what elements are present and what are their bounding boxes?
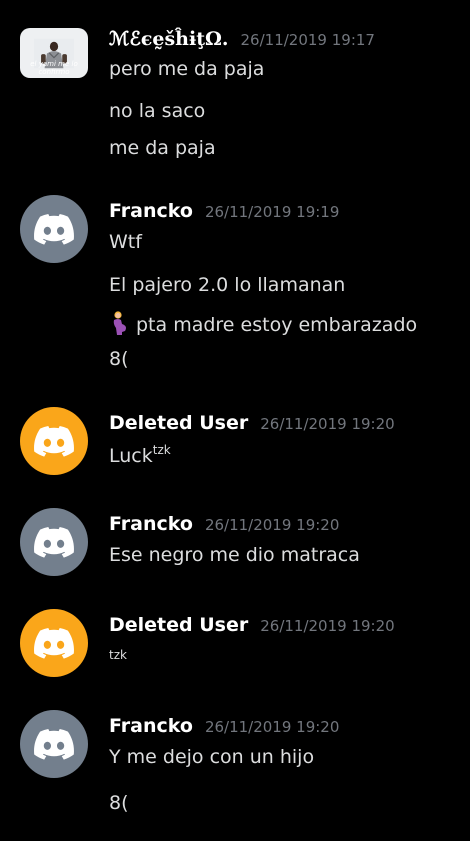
discord-logo-icon: [34, 627, 74, 659]
message-text: El pajero 2.0 lo llamanan: [109, 274, 346, 296]
chat-message-list: el yami me lo confirmo ℳℰєḛšĥɨţΩ. 26/11/…: [0, 0, 470, 841]
message-text: pero me da paja: [109, 58, 265, 80]
avatar[interactable]: [20, 508, 88, 576]
timestamp: 26/11/2019 19:17: [240, 31, 375, 49]
timestamp: 26/11/2019 19:20: [260, 617, 395, 635]
timestamp: 26/11/2019 19:20: [204, 516, 340, 534]
username[interactable]: Deleted User: [109, 412, 248, 434]
message-text: Lucktzk: [109, 443, 171, 467]
message-header: ℳℰєḛšĥɨţΩ. 26/11/2019 19:17: [109, 28, 375, 54]
avatar[interactable]: [20, 407, 88, 475]
message-text: pta madre estoy embarazado: [136, 314, 418, 336]
timestamp: 26/11/2019 19:20: [260, 415, 395, 433]
username[interactable]: Francko: [109, 513, 193, 535]
discord-logo-icon: [34, 526, 74, 558]
message-text: tzk: [109, 648, 127, 662]
avatar[interactable]: el yami me lo confirmo: [20, 28, 88, 78]
message-text-with-emoji: pta madre estoy embarazado: [109, 311, 417, 336]
username[interactable]: ℳℰєḛšĥɨţΩ.: [109, 28, 229, 50]
avatar[interactable]: [20, 710, 88, 778]
pregnant-woman-icon: [113, 311, 126, 335]
timestamp: 26/11/2019 19:20: [204, 718, 340, 736]
message-header: Francko 26/11/2019 19:19: [109, 200, 339, 226]
message-text: Ese negro me dio matraca: [109, 544, 360, 566]
message-header: Francko 26/11/2019 19:20: [109, 513, 339, 539]
message-text-main: Luck: [109, 445, 153, 467]
discord-logo-icon: [34, 213, 74, 245]
username[interactable]: Francko: [109, 715, 193, 737]
message-text: Wtf: [109, 231, 142, 253]
username[interactable]: Francko: [109, 200, 193, 222]
timestamp: 26/11/2019 19:19: [204, 203, 340, 221]
message-header: Deleted User 26/11/2019 19:20: [109, 412, 395, 438]
message-text: 8(: [109, 348, 129, 370]
superscript-text: tzk: [152, 443, 171, 457]
message-text: Y me dejo con un hijo: [109, 746, 315, 768]
message-header: Francko 26/11/2019 19:20: [109, 715, 339, 741]
message-text: me da paja: [109, 137, 216, 159]
avatar[interactable]: [20, 195, 88, 263]
avatar[interactable]: [20, 609, 88, 677]
message-text: 8(: [109, 792, 129, 814]
message-header: Deleted User 26/11/2019 19:20: [109, 614, 395, 640]
username[interactable]: Deleted User: [109, 614, 248, 636]
message-text: no la saco: [109, 100, 206, 122]
avatar-caption: el yami me lo confirmo: [30, 60, 78, 76]
discord-logo-icon: [34, 728, 74, 760]
discord-logo-icon: [34, 425, 74, 457]
